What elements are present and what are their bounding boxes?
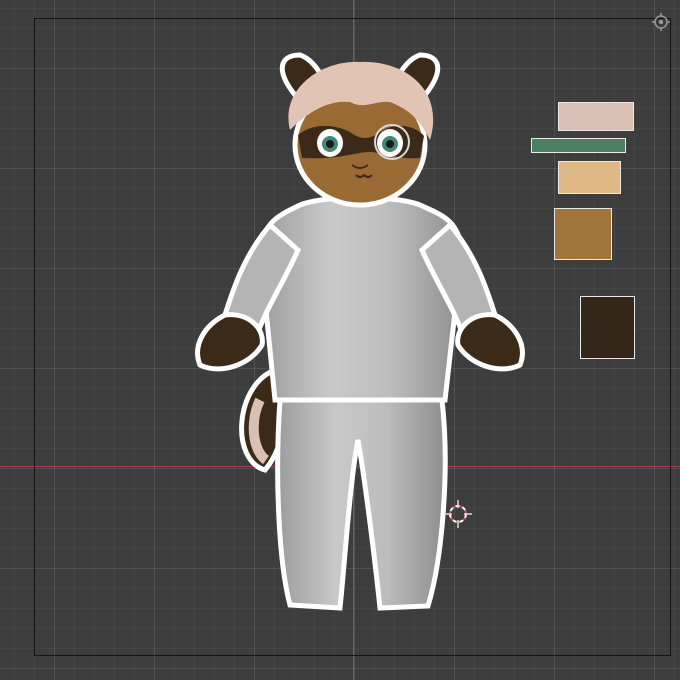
camera-gizmo-icon[interactable] — [651, 12, 671, 32]
palette-swatch-hair — [558, 102, 634, 131]
palette-swatch-dark — [580, 296, 635, 359]
viewport-3d[interactable] — [0, 0, 680, 680]
character-reference-icon[interactable] — [180, 40, 540, 620]
3d-cursor-icon[interactable] — [444, 500, 472, 528]
palette-swatch-skin — [558, 161, 621, 194]
palette-swatch-eyes — [531, 138, 626, 153]
palette-swatch-fur — [554, 208, 612, 260]
